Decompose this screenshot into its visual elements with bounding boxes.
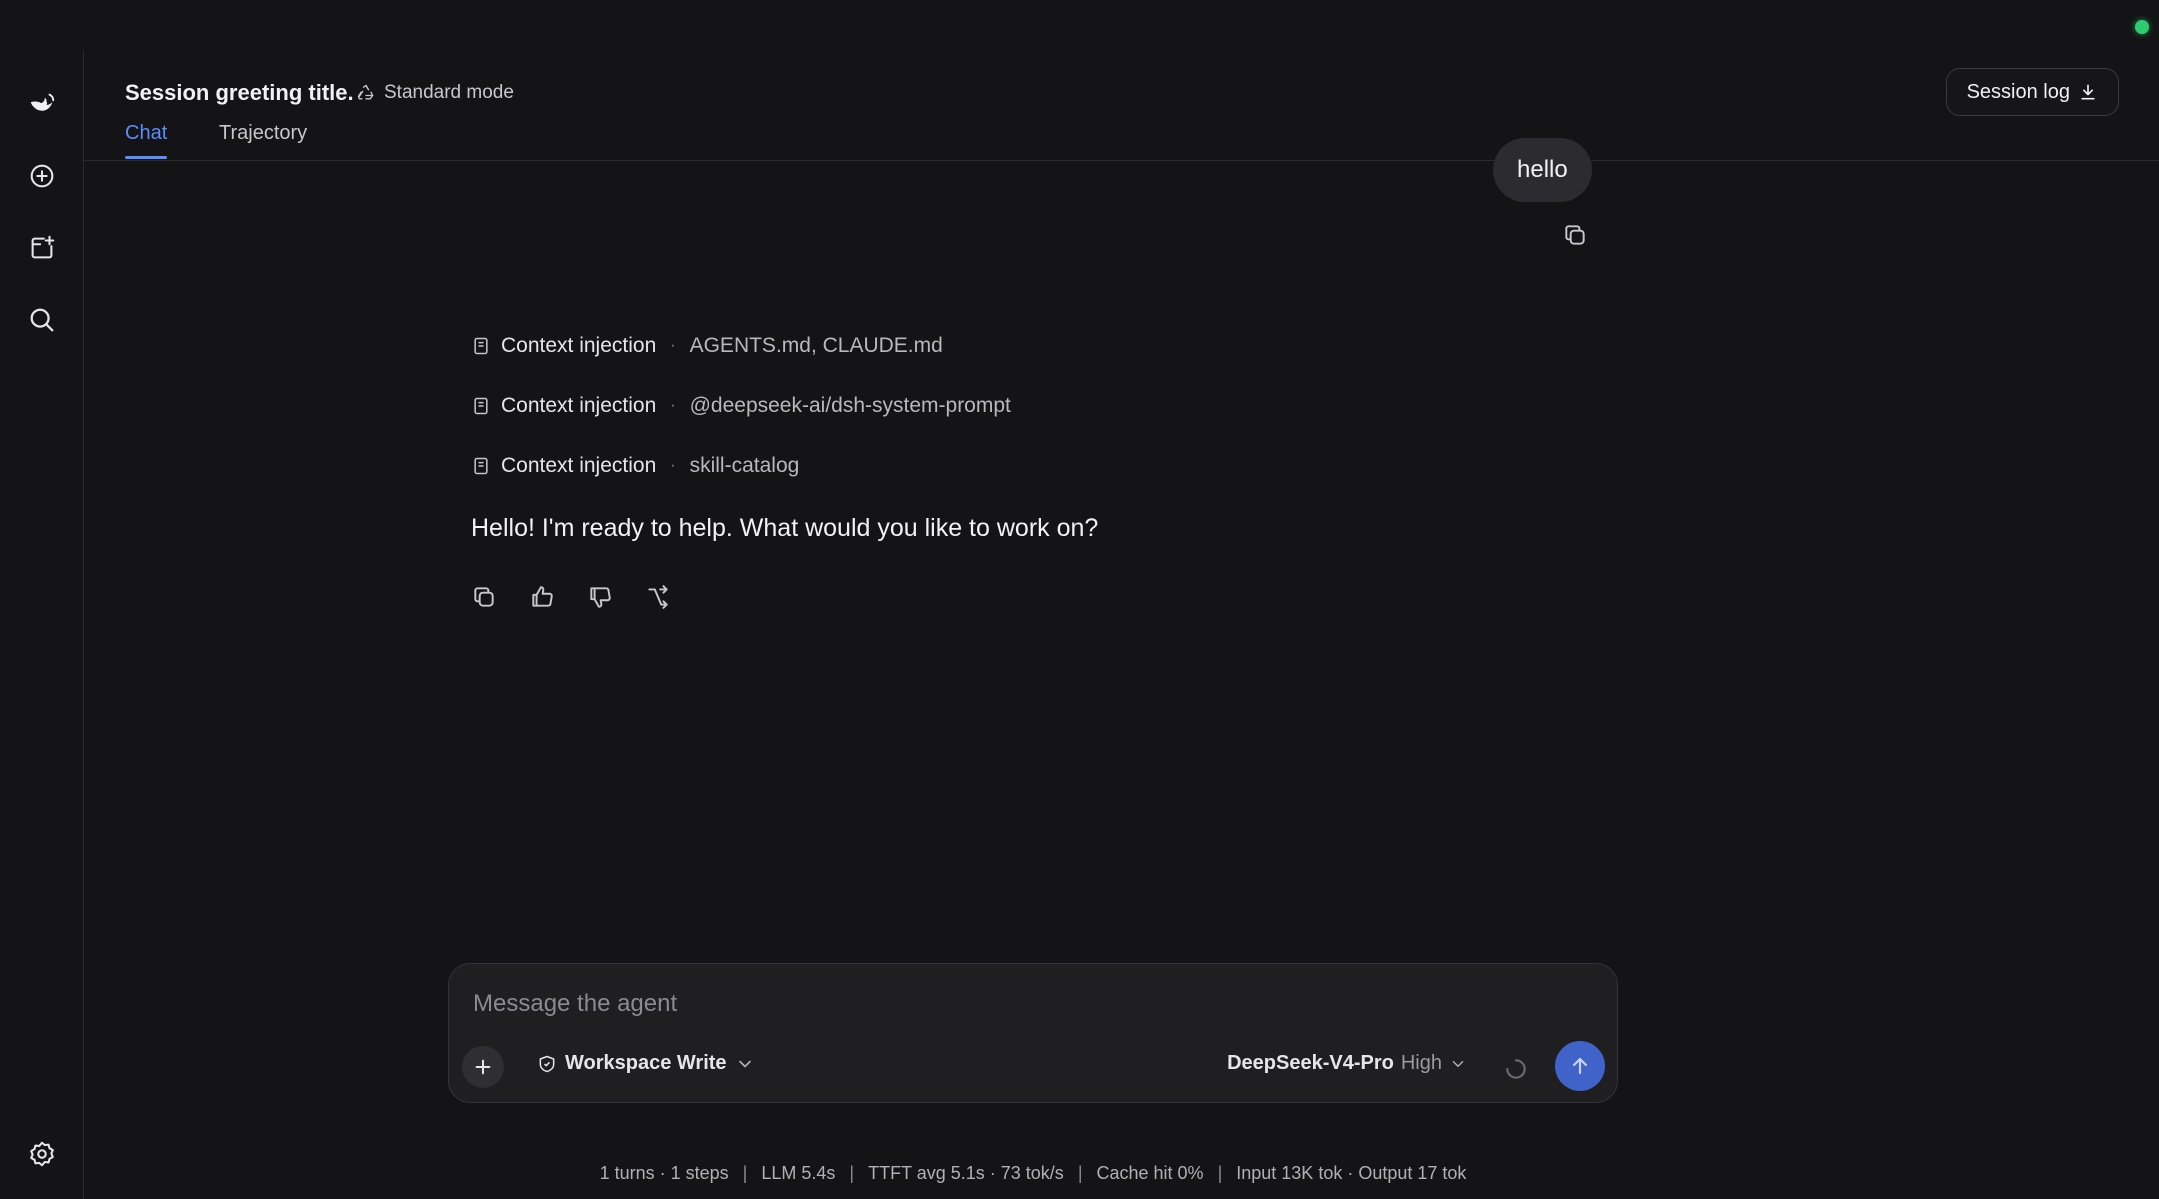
settings-icon[interactable] [18, 1130, 66, 1178]
context-injection-row[interactable]: Context injection · AGENTS.md, CLAUDE.md [471, 334, 943, 358]
context-injection-value: skill-catalog [689, 454, 800, 477]
message-input[interactable] [471, 986, 1591, 1022]
context-injection-row[interactable]: Context injection · @deepseek-ai/dsh-sys… [471, 394, 1011, 418]
session-header: Session greeting title. Standard mode Ch… [84, 50, 2159, 161]
document-icon [474, 397, 488, 415]
separator-dot: · [670, 457, 676, 474]
separator: | [1077, 1163, 1083, 1183]
context-injection-value: @deepseek-ai/dsh-system-prompt [689, 394, 1011, 417]
chevron-down-icon [1452, 1060, 1464, 1067]
workspace-label: Workspace Write [565, 1052, 727, 1074]
document-icon [474, 457, 488, 475]
context-injection-row[interactable]: Context injection · skill-catalog [471, 454, 799, 478]
shield-icon [539, 1055, 555, 1072]
document-icon [474, 337, 488, 355]
separator: | [1217, 1163, 1223, 1183]
model-level: High [1400, 1052, 1442, 1074]
context-injection-label: Context injection [501, 334, 657, 357]
branch-icon[interactable] [641, 580, 675, 614]
stat-ttft: TTFT avg 5.1s · 73 tok/s [868, 1163, 1064, 1183]
separator-dot: · [670, 337, 676, 354]
session-log-label: Session log [1966, 80, 2070, 103]
separator-dot: · [670, 397, 676, 414]
new-chat-icon[interactable] [18, 152, 66, 200]
new-project-icon[interactable] [18, 224, 66, 272]
separator: | [849, 1163, 855, 1183]
arrow-up-icon [1572, 1057, 1588, 1075]
context-injection-value: AGENTS.md, CLAUDE.md [689, 334, 943, 357]
session-stats: 1 turns · 1 steps | LLM 5.4s | TTFT avg 5.1s… [448, 1163, 1618, 1184]
assistant-message: Hello! I'm ready to help. What would you… [471, 514, 1099, 542]
tab-chat[interactable]: Chat [125, 122, 168, 159]
send-button[interactable] [1555, 1041, 1605, 1091]
download-icon [2081, 84, 2095, 100]
model-selector[interactable]: DeepSeek-V4-Pro High [1227, 1052, 1467, 1075]
chevron-down-icon [738, 1060, 751, 1067]
user-message: hello [1493, 138, 1592, 202]
stat-tokens: Input 13K tok · Output 17 tok [1236, 1163, 1467, 1183]
separator: | [742, 1163, 748, 1183]
status-indicator [2135, 20, 2149, 34]
context-injection-label: Context injection [501, 394, 657, 417]
tab-trajectory[interactable]: Trajectory [219, 122, 307, 145]
sidebar [0, 50, 84, 1199]
stat-cache: Cache hit 0% [1096, 1163, 1204, 1183]
attach-button[interactable] [462, 1046, 504, 1088]
message-actions [467, 580, 675, 614]
context-injection-label: Context injection [501, 454, 657, 477]
search-icon[interactable] [18, 296, 66, 344]
copy-icon[interactable] [1558, 218, 1592, 252]
session-log-button[interactable]: Session log [1945, 68, 2119, 116]
copy-icon[interactable] [467, 580, 501, 614]
model-name: DeepSeek-V4-Pro [1227, 1052, 1394, 1074]
mode-indicator[interactable]: Standard mode [356, 82, 514, 104]
recycle-icon [357, 84, 374, 100]
mode-label: Standard mode [384, 82, 514, 103]
thumbs-up-icon[interactable] [525, 580, 559, 614]
loading-spinner-icon [1506, 1059, 1526, 1079]
page-title: Session greeting title. [125, 80, 354, 105]
plus-icon [475, 1059, 491, 1075]
workspace-permission-dropdown[interactable]: Workspace Write [537, 1052, 755, 1075]
stat-llm: LLM 5.4s [761, 1163, 836, 1183]
message-composer: Workspace Write DeepSeek-V4-Pro High [448, 963, 1618, 1103]
top-bar [0, 0, 2159, 50]
deepseek-logo-icon[interactable] [18, 80, 66, 128]
stat-turns: 1 turns · 1 steps [599, 1163, 729, 1183]
thumbs-down-icon[interactable] [583, 580, 617, 614]
